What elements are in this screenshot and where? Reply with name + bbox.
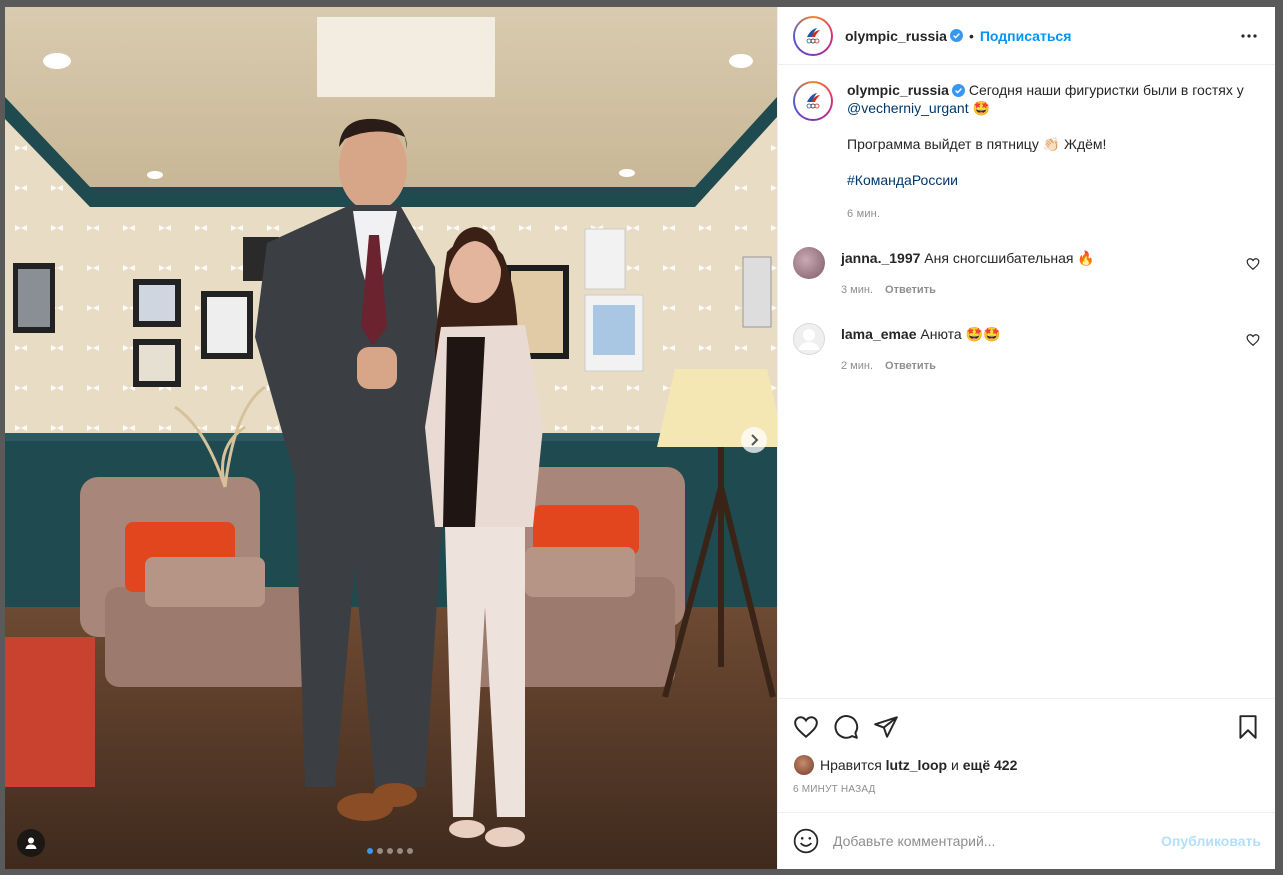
next-photo-button[interactable]: [741, 427, 767, 453]
caption-line-2-end: Ждём!: [1064, 136, 1107, 152]
carousel-dot: [367, 848, 373, 854]
likes-summary[interactable]: Нравится lutz_loop и ещё 422: [778, 754, 1275, 776]
emoji-smiley-icon[interactable]: [793, 828, 819, 854]
add-comment-form: Опубликовать: [778, 812, 1275, 869]
carousel-indicator: [367, 848, 413, 854]
commenter-username[interactable]: janna._1997: [841, 250, 920, 266]
post-modal: olympic_russia • Подписаться olympic_rus…: [5, 7, 1275, 869]
carousel-dot: [407, 848, 413, 854]
chevron-right-icon: [751, 434, 759, 446]
comments-list[interactable]: olympic_russia Сегодня наши фигуристки б…: [778, 65, 1275, 698]
post-actions-bar: [778, 698, 1275, 754]
commenter-username[interactable]: lama_emae: [841, 326, 917, 342]
author-avatar[interactable]: [793, 15, 833, 56]
mention-link[interactable]: @vecherniy_urgant: [847, 100, 969, 116]
likes-prefix: Нравится: [820, 757, 882, 773]
caption-text: olympic_russia Сегодня наши фигуристки б…: [847, 81, 1251, 223]
comment-like-heart-icon[interactable]: [1246, 333, 1260, 347]
comment-emoji: 🔥: [1077, 250, 1095, 266]
photo-image: [5, 7, 777, 869]
comment-like-heart-icon[interactable]: [1246, 257, 1260, 271]
post-header: olympic_russia • Подписаться: [778, 7, 1275, 65]
comment-time[interactable]: 2 мин.: [841, 357, 873, 375]
hashtag-link[interactable]: #КомандаРоссии: [847, 172, 958, 188]
comment-input[interactable]: [833, 833, 1162, 849]
default-avatar-icon: [793, 323, 825, 355]
caption: olympic_russia Сегодня наши фигуристки б…: [793, 81, 1260, 223]
caption-username[interactable]: olympic_russia: [847, 82, 949, 98]
likes-middle: и: [951, 757, 959, 773]
comment-icon[interactable]: [833, 714, 859, 740]
verified-badge-icon: [949, 29, 963, 42]
tagged-users-button[interactable]: [17, 829, 45, 857]
caption-emoji-2: 👏🏻: [1042, 136, 1061, 152]
post-timestamp[interactable]: 6 минут назад: [778, 784, 1275, 798]
post-side-panel: olympic_russia • Подписаться olympic_rus…: [777, 7, 1275, 869]
author-username[interactable]: olympic_russia: [845, 28, 947, 44]
caption-line-2: Программа выйдет в пятницу: [847, 136, 1039, 152]
caption-line-1: Сегодня наши фигуристки были в гостях у: [968, 82, 1244, 98]
post-photo[interactable]: [5, 7, 777, 869]
header-separator: •: [968, 27, 974, 44]
caption-emoji-1: 🤩: [972, 100, 990, 116]
commenter-avatar[interactable]: [793, 247, 825, 279]
comment-emoji: 🤩🤩: [965, 326, 1001, 342]
comment-item: janna._1997 Аня сногсшибательная 🔥 3 мин…: [793, 247, 1260, 299]
user-icon: [25, 837, 37, 849]
like-heart-icon[interactable]: [793, 714, 819, 740]
comment-time[interactable]: 3 мин.: [841, 281, 873, 299]
carousel-dot: [387, 848, 393, 854]
olympic-russia-logo-icon: [806, 27, 820, 43]
comment-text: Анюта: [920, 326, 962, 342]
reply-button[interactable]: Ответить: [885, 357, 936, 375]
carousel-dot: [377, 848, 383, 854]
save-bookmark-icon[interactable]: [1235, 714, 1261, 740]
carousel-dot: [397, 848, 403, 854]
olympic-russia-logo-icon: [806, 93, 820, 109]
caption-author-avatar[interactable]: [793, 81, 833, 121]
liker-username[interactable]: lutz_loop: [886, 757, 947, 773]
comment-item: lama_emae Анюта 🤩🤩 2 мин. Ответить: [793, 323, 1260, 375]
share-send-icon[interactable]: [873, 714, 899, 740]
caption-timestamp[interactable]: 6 мин.: [847, 205, 1251, 223]
comment-text: Аня сногсшибательная: [924, 250, 1074, 266]
follow-button[interactable]: Подписаться: [980, 28, 1072, 44]
more-horizontal-icon: [1241, 33, 1257, 38]
reply-button[interactable]: Ответить: [885, 281, 936, 299]
likes-count[interactable]: ещё 422: [963, 757, 1018, 773]
verified-badge-icon: [951, 84, 965, 97]
more-options-button[interactable]: [1237, 24, 1261, 48]
commenter-avatar[interactable]: [793, 323, 825, 355]
liker-avatar[interactable]: [794, 755, 814, 775]
publish-button[interactable]: Опубликовать: [1161, 833, 1261, 849]
